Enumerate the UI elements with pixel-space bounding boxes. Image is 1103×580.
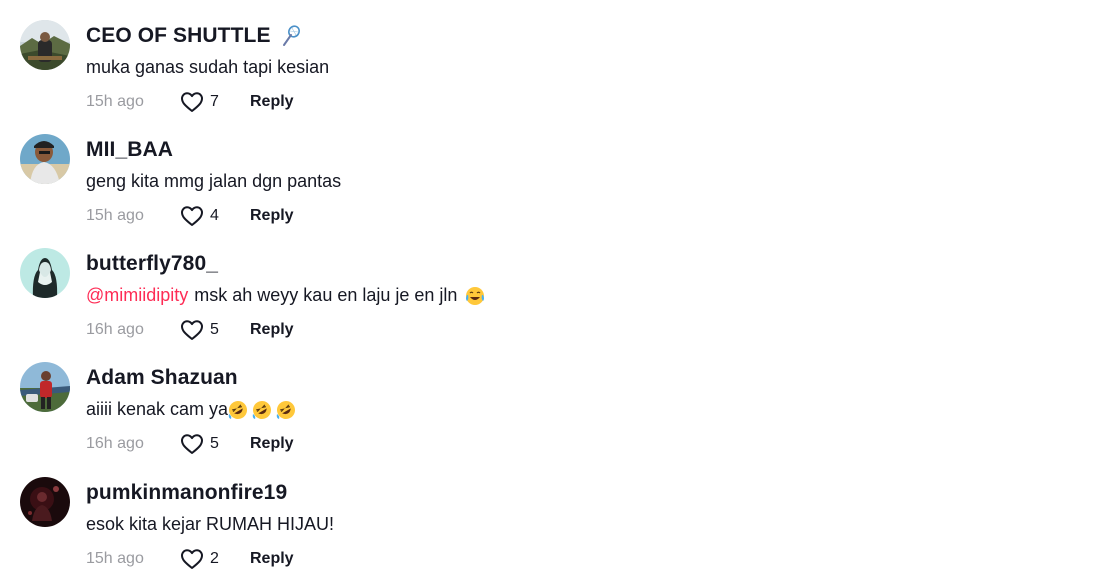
comment-meta: 16h ago 5 Reply bbox=[86, 316, 294, 344]
comment-time: 15h ago bbox=[86, 207, 144, 224]
comment-username[interactable]: butterfly780_ bbox=[86, 252, 218, 276]
comment-text: geng kita mmg jalan dgn pantas bbox=[86, 171, 341, 192]
tears-of-joy-emoji bbox=[465, 286, 485, 306]
comment-body: aiiii kenak cam ya bbox=[86, 399, 229, 419]
like-count: 4 bbox=[210, 207, 219, 224]
comment-username[interactable]: CEO OF SHUTTLE bbox=[86, 24, 301, 48]
like-button[interactable]: 2 bbox=[180, 548, 250, 570]
like-count: 5 bbox=[210, 435, 219, 452]
comment-time: 15h ago bbox=[86, 550, 144, 567]
comment-item: CEO OF SHUTTLE muka ganas sudah tapi kes… bbox=[20, 20, 1080, 124]
username-text[interactable]: CEO OF SHUTTLE bbox=[86, 24, 271, 48]
like-count: 5 bbox=[210, 321, 219, 338]
avatar[interactable] bbox=[20, 248, 70, 298]
badminton-racket-icon bbox=[281, 25, 301, 47]
heart-icon[interactable] bbox=[180, 433, 204, 455]
comment-item: pumkinmanonfire19 esok kita kejar RUMAH … bbox=[20, 477, 1080, 580]
comment-text: esok kita kejar RUMAH HIJAU! bbox=[86, 514, 334, 535]
username-text[interactable]: butterfly780_ bbox=[86, 252, 218, 276]
comment-body: msk ah weyy kau en laju je en jln bbox=[194, 285, 458, 305]
comment-body: geng kita mmg jalan dgn pantas bbox=[86, 171, 342, 191]
like-button[interactable]: 4 bbox=[180, 205, 250, 227]
comment-meta: 16h ago 5 Reply bbox=[86, 430, 294, 458]
comment-text: aiiii kenak cam ya bbox=[86, 399, 296, 420]
heart-icon[interactable] bbox=[180, 548, 204, 570]
comment-meta: 15h ago 4 Reply bbox=[86, 202, 294, 230]
avatar[interactable] bbox=[20, 477, 70, 527]
reply-button[interactable]: Reply bbox=[250, 207, 294, 225]
heart-icon[interactable] bbox=[180, 91, 204, 113]
rofl-emoji bbox=[228, 400, 248, 420]
comment-username[interactable]: Adam Shazuan bbox=[86, 366, 238, 390]
comment-username[interactable]: pumkinmanonfire19 bbox=[86, 481, 287, 505]
comment-item: Adam Shazuan aiiii kenak cam ya 16h ago … bbox=[20, 362, 1080, 466]
username-text[interactable]: MII_BAA bbox=[86, 138, 173, 162]
like-button[interactable]: 7 bbox=[180, 91, 250, 113]
comment-body: muka ganas sudah tapi kesian bbox=[86, 57, 330, 77]
comment-list: CEO OF SHUTTLE muka ganas sudah tapi kes… bbox=[0, 0, 1103, 580]
comment-item: MII_BAA geng kita mmg jalan dgn pantas 1… bbox=[20, 134, 1080, 238]
comment-time: 15h ago bbox=[86, 93, 144, 110]
like-button[interactable]: 5 bbox=[180, 433, 250, 455]
rofl-emoji bbox=[252, 400, 272, 420]
comment-meta: 15h ago 7 Reply bbox=[86, 88, 294, 116]
like-count: 7 bbox=[210, 93, 219, 110]
comment-time: 16h ago bbox=[86, 321, 144, 338]
like-count: 2 bbox=[210, 550, 219, 567]
avatar[interactable] bbox=[20, 134, 70, 184]
rofl-emoji bbox=[276, 400, 296, 420]
like-button[interactable]: 5 bbox=[180, 319, 250, 341]
heart-icon[interactable] bbox=[180, 319, 204, 341]
username-text[interactable]: Adam Shazuan bbox=[86, 366, 238, 390]
avatar[interactable] bbox=[20, 20, 70, 70]
reply-button[interactable]: Reply bbox=[250, 435, 294, 453]
comment-body: esok kita kejar RUMAH HIJAU! bbox=[86, 514, 335, 534]
comment-text: @mimiidipity msk ah weyy kau en laju je … bbox=[86, 285, 485, 306]
comment-item: butterfly780_ @mimiidipity msk ah weyy k… bbox=[20, 248, 1080, 352]
reply-button[interactable]: Reply bbox=[250, 550, 294, 568]
reply-button[interactable]: Reply bbox=[250, 93, 294, 111]
mention-link[interactable]: @mimiidipity bbox=[86, 285, 188, 306]
comment-time: 16h ago bbox=[86, 435, 144, 452]
comment-username[interactable]: MII_BAA bbox=[86, 138, 173, 162]
comment-meta: 15h ago 2 Reply bbox=[86, 545, 294, 573]
comment-text: muka ganas sudah tapi kesian bbox=[86, 57, 329, 78]
reply-button[interactable]: Reply bbox=[250, 321, 294, 339]
username-text[interactable]: pumkinmanonfire19 bbox=[86, 481, 287, 505]
heart-icon[interactable] bbox=[180, 205, 204, 227]
avatar[interactable] bbox=[20, 362, 70, 412]
